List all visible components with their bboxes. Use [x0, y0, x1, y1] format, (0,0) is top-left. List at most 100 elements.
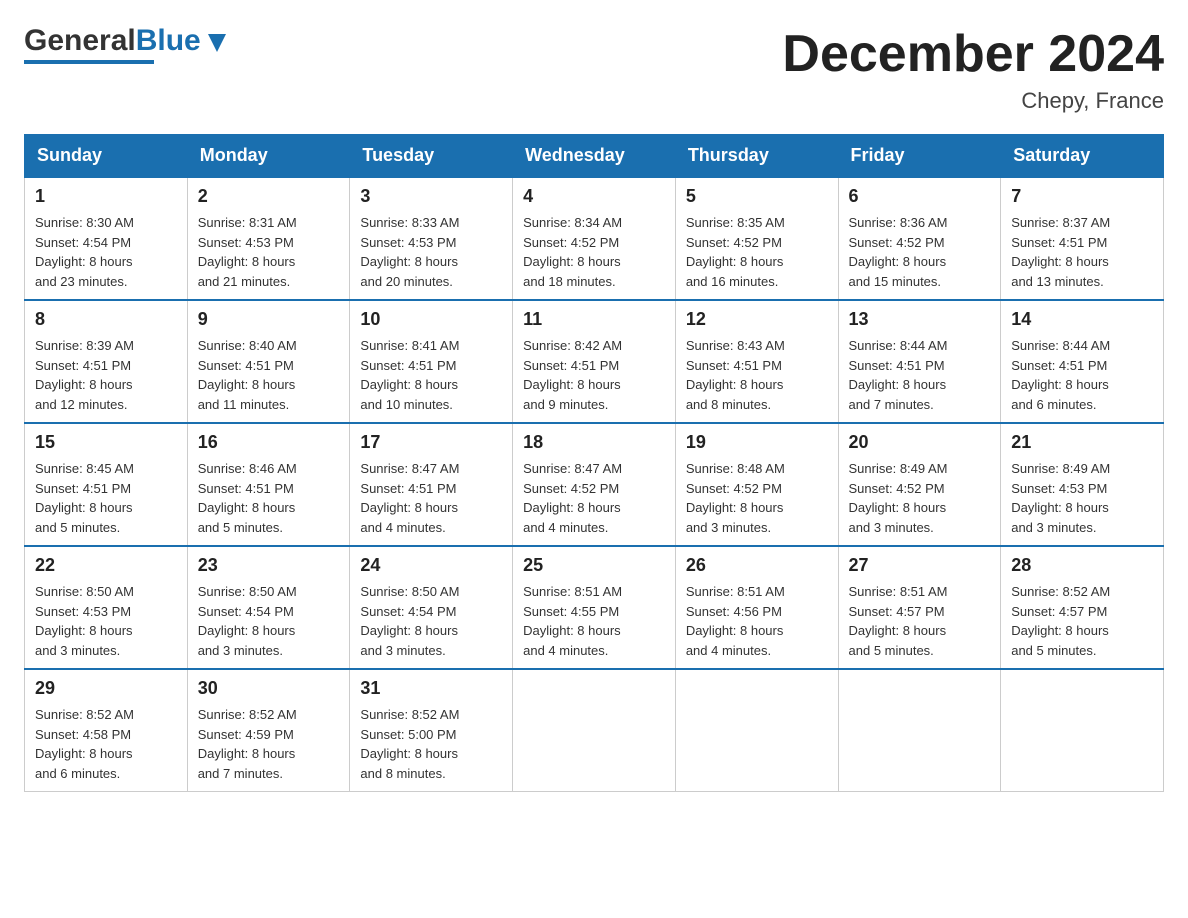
- calendar-cell: 26 Sunrise: 8:51 AM Sunset: 4:56 PM Dayl…: [675, 546, 838, 669]
- day-number: 23: [198, 555, 340, 576]
- calendar-cell: [513, 669, 676, 792]
- day-number: 28: [1011, 555, 1153, 576]
- day-number: 17: [360, 432, 502, 453]
- day-info: Sunrise: 8:52 AM Sunset: 4:58 PM Dayligh…: [35, 705, 177, 783]
- day-info: Sunrise: 8:52 AM Sunset: 4:57 PM Dayligh…: [1011, 582, 1153, 660]
- calendar-cell: 15 Sunrise: 8:45 AM Sunset: 4:51 PM Dayl…: [25, 423, 188, 546]
- day-number: 26: [686, 555, 828, 576]
- day-info: Sunrise: 8:33 AM Sunset: 4:53 PM Dayligh…: [360, 213, 502, 291]
- calendar-week-row: 22 Sunrise: 8:50 AM Sunset: 4:53 PM Dayl…: [25, 546, 1164, 669]
- logo-text: GeneralBlue: [24, 24, 226, 58]
- col-saturday: Saturday: [1001, 135, 1164, 178]
- day-number: 3: [360, 186, 502, 207]
- day-info: Sunrise: 8:49 AM Sunset: 4:53 PM Dayligh…: [1011, 459, 1153, 537]
- calendar-header-row: Sunday Monday Tuesday Wednesday Thursday…: [25, 135, 1164, 178]
- day-info: Sunrise: 8:49 AM Sunset: 4:52 PM Dayligh…: [849, 459, 991, 537]
- day-number: 19: [686, 432, 828, 453]
- title-area: December 2024 Chepy, France: [782, 24, 1164, 114]
- day-info: Sunrise: 8:39 AM Sunset: 4:51 PM Dayligh…: [35, 336, 177, 414]
- day-info: Sunrise: 8:46 AM Sunset: 4:51 PM Dayligh…: [198, 459, 340, 537]
- col-monday: Monday: [187, 135, 350, 178]
- calendar-cell: 5 Sunrise: 8:35 AM Sunset: 4:52 PM Dayli…: [675, 177, 838, 300]
- calendar-cell: 2 Sunrise: 8:31 AM Sunset: 4:53 PM Dayli…: [187, 177, 350, 300]
- day-number: 18: [523, 432, 665, 453]
- day-number: 16: [198, 432, 340, 453]
- day-number: 20: [849, 432, 991, 453]
- day-info: Sunrise: 8:30 AM Sunset: 4:54 PM Dayligh…: [35, 213, 177, 291]
- day-number: 1: [35, 186, 177, 207]
- calendar-cell: 29 Sunrise: 8:52 AM Sunset: 4:58 PM Dayl…: [25, 669, 188, 792]
- day-number: 9: [198, 309, 340, 330]
- day-number: 25: [523, 555, 665, 576]
- calendar-cell: 9 Sunrise: 8:40 AM Sunset: 4:51 PM Dayli…: [187, 300, 350, 423]
- calendar-week-row: 1 Sunrise: 8:30 AM Sunset: 4:54 PM Dayli…: [25, 177, 1164, 300]
- day-number: 8: [35, 309, 177, 330]
- day-info: Sunrise: 8:50 AM Sunset: 4:54 PM Dayligh…: [198, 582, 340, 660]
- calendar-cell: 1 Sunrise: 8:30 AM Sunset: 4:54 PM Dayli…: [25, 177, 188, 300]
- calendar-week-row: 8 Sunrise: 8:39 AM Sunset: 4:51 PM Dayli…: [25, 300, 1164, 423]
- logo: GeneralBlue: [24, 24, 226, 64]
- day-info: Sunrise: 8:42 AM Sunset: 4:51 PM Dayligh…: [523, 336, 665, 414]
- calendar-week-row: 29 Sunrise: 8:52 AM Sunset: 4:58 PM Dayl…: [25, 669, 1164, 792]
- day-number: 2: [198, 186, 340, 207]
- day-number: 24: [360, 555, 502, 576]
- calendar-cell: 27 Sunrise: 8:51 AM Sunset: 4:57 PM Dayl…: [838, 546, 1001, 669]
- calendar-cell: 18 Sunrise: 8:47 AM Sunset: 4:52 PM Dayl…: [513, 423, 676, 546]
- day-number: 29: [35, 678, 177, 699]
- day-info: Sunrise: 8:40 AM Sunset: 4:51 PM Dayligh…: [198, 336, 340, 414]
- calendar-cell: [838, 669, 1001, 792]
- calendar-cell: 25 Sunrise: 8:51 AM Sunset: 4:55 PM Dayl…: [513, 546, 676, 669]
- calendar-cell: 31 Sunrise: 8:52 AM Sunset: 5:00 PM Dayl…: [350, 669, 513, 792]
- day-info: Sunrise: 8:41 AM Sunset: 4:51 PM Dayligh…: [360, 336, 502, 414]
- calendar-cell: 10 Sunrise: 8:41 AM Sunset: 4:51 PM Dayl…: [350, 300, 513, 423]
- day-number: 11: [523, 309, 665, 330]
- calendar-cell: 7 Sunrise: 8:37 AM Sunset: 4:51 PM Dayli…: [1001, 177, 1164, 300]
- day-info: Sunrise: 8:52 AM Sunset: 4:59 PM Dayligh…: [198, 705, 340, 783]
- calendar-cell: 20 Sunrise: 8:49 AM Sunset: 4:52 PM Dayl…: [838, 423, 1001, 546]
- calendar-cell: 16 Sunrise: 8:46 AM Sunset: 4:51 PM Dayl…: [187, 423, 350, 546]
- calendar-cell: [675, 669, 838, 792]
- day-number: 27: [849, 555, 991, 576]
- calendar-cell: 23 Sunrise: 8:50 AM Sunset: 4:54 PM Dayl…: [187, 546, 350, 669]
- col-tuesday: Tuesday: [350, 135, 513, 178]
- calendar-cell: 24 Sunrise: 8:50 AM Sunset: 4:54 PM Dayl…: [350, 546, 513, 669]
- day-number: 31: [360, 678, 502, 699]
- day-number: 14: [1011, 309, 1153, 330]
- calendar-cell: 4 Sunrise: 8:34 AM Sunset: 4:52 PM Dayli…: [513, 177, 676, 300]
- calendar-table: Sunday Monday Tuesday Wednesday Thursday…: [24, 134, 1164, 792]
- day-number: 12: [686, 309, 828, 330]
- calendar-cell: 12 Sunrise: 8:43 AM Sunset: 4:51 PM Dayl…: [675, 300, 838, 423]
- calendar-cell: 8 Sunrise: 8:39 AM Sunset: 4:51 PM Dayli…: [25, 300, 188, 423]
- location: Chepy, France: [782, 88, 1164, 114]
- calendar-cell: 28 Sunrise: 8:52 AM Sunset: 4:57 PM Dayl…: [1001, 546, 1164, 669]
- day-info: Sunrise: 8:35 AM Sunset: 4:52 PM Dayligh…: [686, 213, 828, 291]
- col-friday: Friday: [838, 135, 1001, 178]
- day-info: Sunrise: 8:51 AM Sunset: 4:57 PM Dayligh…: [849, 582, 991, 660]
- calendar-cell: [1001, 669, 1164, 792]
- day-info: Sunrise: 8:34 AM Sunset: 4:52 PM Dayligh…: [523, 213, 665, 291]
- day-number: 15: [35, 432, 177, 453]
- logo-underline: [24, 60, 154, 64]
- day-number: 30: [198, 678, 340, 699]
- day-info: Sunrise: 8:51 AM Sunset: 4:55 PM Dayligh…: [523, 582, 665, 660]
- calendar-cell: 11 Sunrise: 8:42 AM Sunset: 4:51 PM Dayl…: [513, 300, 676, 423]
- day-info: Sunrise: 8:48 AM Sunset: 4:52 PM Dayligh…: [686, 459, 828, 537]
- day-info: Sunrise: 8:50 AM Sunset: 4:54 PM Dayligh…: [360, 582, 502, 660]
- col-thursday: Thursday: [675, 135, 838, 178]
- day-number: 7: [1011, 186, 1153, 207]
- day-number: 4: [523, 186, 665, 207]
- page-header: GeneralBlue December 2024 Chepy, France: [24, 24, 1164, 114]
- calendar-cell: 17 Sunrise: 8:47 AM Sunset: 4:51 PM Dayl…: [350, 423, 513, 546]
- day-info: Sunrise: 8:47 AM Sunset: 4:52 PM Dayligh…: [523, 459, 665, 537]
- day-number: 5: [686, 186, 828, 207]
- col-sunday: Sunday: [25, 135, 188, 178]
- day-info: Sunrise: 8:52 AM Sunset: 5:00 PM Dayligh…: [360, 705, 502, 783]
- day-number: 21: [1011, 432, 1153, 453]
- calendar-cell: 13 Sunrise: 8:44 AM Sunset: 4:51 PM Dayl…: [838, 300, 1001, 423]
- day-info: Sunrise: 8:44 AM Sunset: 4:51 PM Dayligh…: [1011, 336, 1153, 414]
- day-number: 13: [849, 309, 991, 330]
- day-info: Sunrise: 8:37 AM Sunset: 4:51 PM Dayligh…: [1011, 213, 1153, 291]
- day-number: 10: [360, 309, 502, 330]
- calendar-cell: 30 Sunrise: 8:52 AM Sunset: 4:59 PM Dayl…: [187, 669, 350, 792]
- day-info: Sunrise: 8:51 AM Sunset: 4:56 PM Dayligh…: [686, 582, 828, 660]
